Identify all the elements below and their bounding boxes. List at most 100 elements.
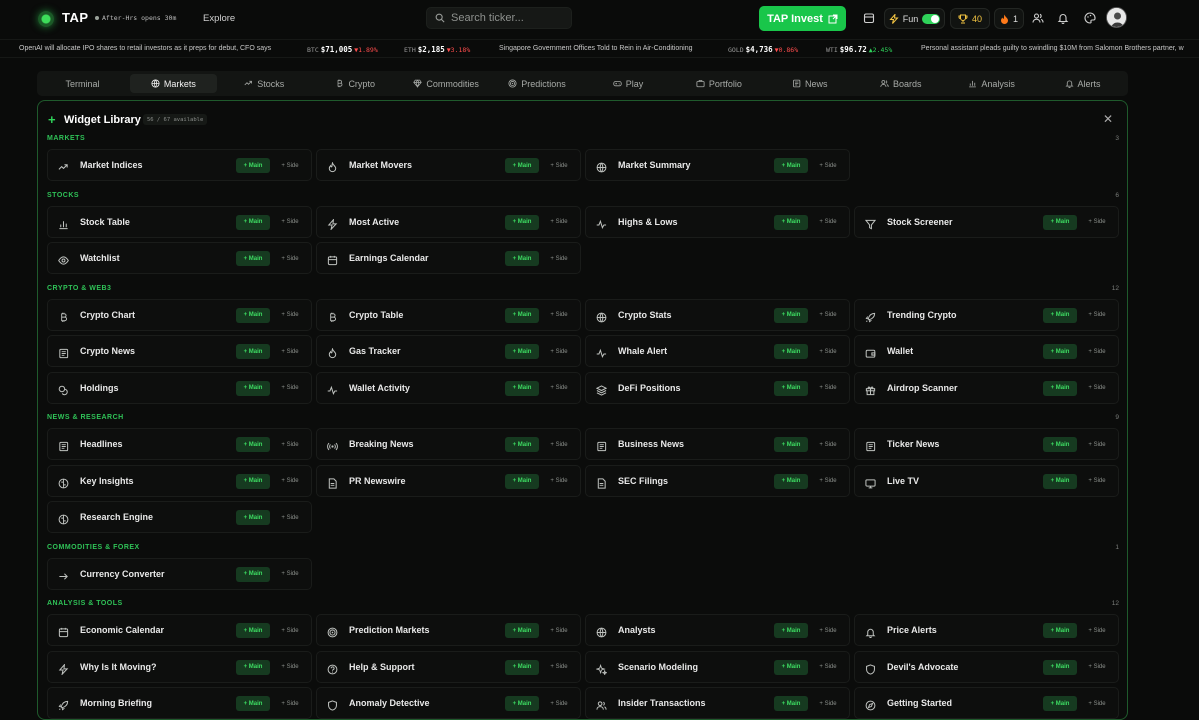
widget-card[interactable]: Analysts + Main + Side xyxy=(585,614,850,646)
streak-badge[interactable]: 1 xyxy=(994,8,1024,29)
ticker-quote[interactable]: ETH $2,185 ▼3.18% xyxy=(404,45,470,54)
tab-portfolio[interactable]: Portfolio xyxy=(675,74,762,93)
widget-card[interactable]: Headlines + Main + Side xyxy=(47,428,312,460)
add-side-button[interactable]: + Side xyxy=(1082,474,1112,489)
add-main-button[interactable]: + Main xyxy=(1043,696,1077,711)
avatar[interactable] xyxy=(1106,7,1127,28)
add-main-button[interactable]: + Main xyxy=(774,696,808,711)
palette-icon[interactable] xyxy=(1082,9,1098,27)
add-side-button[interactable]: + Side xyxy=(1082,696,1112,711)
add-main-button[interactable]: + Main xyxy=(1043,344,1077,359)
add-main-button[interactable]: + Main xyxy=(505,307,539,323)
widget-card[interactable]: Market Summary + Main + Side xyxy=(585,149,850,181)
add-main-button[interactable]: + Main xyxy=(1043,437,1077,452)
app-name[interactable]: TAP xyxy=(62,10,89,25)
add-main-button[interactable]: + Main xyxy=(774,659,808,675)
widget-card[interactable]: Holdings + Main + Side xyxy=(47,371,312,404)
add-side-button[interactable]: + Side xyxy=(813,308,843,323)
widget-card[interactable]: Airdrop Scanner + Main + Side xyxy=(854,371,1119,404)
widget-card[interactable]: Market Indices + Main + Side xyxy=(47,149,312,181)
tab-stocks[interactable]: Stocks xyxy=(221,74,308,93)
widget-card[interactable]: Price Alerts + Main + Side xyxy=(854,614,1119,646)
close-icon[interactable]: ✕ xyxy=(1103,112,1113,126)
add-side-button[interactable]: + Side xyxy=(275,251,305,266)
tab-boards[interactable]: Boards xyxy=(857,74,944,93)
add-main-button[interactable]: + Main xyxy=(505,473,539,489)
add-side-button[interactable]: + Side xyxy=(1082,660,1112,675)
add-side-button[interactable]: + Side xyxy=(544,696,574,711)
add-main-button[interactable]: + Main xyxy=(236,380,270,396)
widget-card[interactable]: Breaking News + Main + Side xyxy=(316,428,581,460)
widget-card[interactable]: Wallet Activity + Main + Side xyxy=(316,371,581,404)
widget-card[interactable]: Devil's Advocate + Main + Side xyxy=(854,650,1119,683)
add-side-button[interactable]: + Side xyxy=(544,344,574,359)
add-side-button[interactable]: + Side xyxy=(275,308,305,323)
add-side-button[interactable]: + Side xyxy=(275,437,305,452)
add-side-button[interactable]: + Side xyxy=(813,474,843,489)
add-side-button[interactable]: + Side xyxy=(544,251,574,266)
widget-card[interactable]: Crypto News + Main + Side xyxy=(47,335,312,367)
tab-play[interactable]: Play xyxy=(585,74,672,93)
calendar-icon[interactable] xyxy=(861,9,877,27)
add-main-button[interactable]: + Main xyxy=(505,214,539,230)
add-side-button[interactable]: + Side xyxy=(544,437,574,452)
add-side-button[interactable]: + Side xyxy=(1082,308,1112,323)
add-side-button[interactable]: + Side xyxy=(544,623,574,638)
widget-card[interactable]: Trending Crypto + Main + Side xyxy=(854,298,1119,331)
add-side-button[interactable]: + Side xyxy=(544,158,574,173)
widget-card[interactable]: Earnings Calendar + Main + Side xyxy=(316,242,581,274)
add-main-button[interactable]: + Main xyxy=(1043,214,1077,230)
tab-predictions[interactable]: Predictions xyxy=(494,74,581,93)
explore-link[interactable]: Explore xyxy=(203,13,235,24)
add-side-button[interactable]: + Side xyxy=(275,510,305,525)
widget-card[interactable]: Gas Tracker + Main + Side xyxy=(316,335,581,367)
widget-card[interactable]: Crypto Table + Main + Side xyxy=(316,298,581,331)
add-side-button[interactable]: + Side xyxy=(813,437,843,452)
widget-card[interactable]: Wallet + Main + Side xyxy=(854,335,1119,367)
add-main-button[interactable]: + Main xyxy=(236,344,270,359)
add-main-button[interactable]: + Main xyxy=(774,344,808,359)
widget-card[interactable]: Market Movers + Main + Side xyxy=(316,149,581,181)
add-main-button[interactable]: + Main xyxy=(505,623,539,638)
add-main-button[interactable]: + Main xyxy=(236,696,270,711)
add-main-button[interactable]: + Main xyxy=(236,510,270,525)
ticker-headline[interactable]: OpenAI will allocate IPO shares to retai… xyxy=(19,45,271,52)
widget-card[interactable]: Ticker News + Main + Side xyxy=(854,428,1119,460)
widget-card[interactable]: Business News + Main + Side xyxy=(585,428,850,460)
ticker-headline[interactable]: Singapore Government Offices Told to Rei… xyxy=(499,45,693,52)
tab-news[interactable]: News xyxy=(766,74,853,93)
widget-card[interactable]: Scenario Modeling + Main + Side xyxy=(585,650,850,683)
add-side-button[interactable]: + Side xyxy=(813,660,843,675)
widget-card[interactable]: Highs & Lows + Main + Side xyxy=(585,205,850,238)
search-input[interactable]: Search ticker... xyxy=(426,7,572,29)
fun-toggle[interactable]: Fun xyxy=(884,8,945,29)
add-side-button[interactable]: + Side xyxy=(275,344,305,359)
ticker-quote[interactable]: WTI $96.72 ▲2.45% xyxy=(826,45,892,54)
widget-card[interactable]: Crypto Chart + Main + Side xyxy=(47,298,312,331)
add-main-button[interactable]: + Main xyxy=(236,251,270,266)
tab-commodities[interactable]: Commodities xyxy=(403,74,490,93)
widget-card[interactable]: Watchlist + Main + Side xyxy=(47,242,312,274)
add-main-button[interactable]: + Main xyxy=(236,473,270,489)
widget-card[interactable]: Anomaly Detective + Main + Side xyxy=(316,687,581,719)
add-side-button[interactable]: + Side xyxy=(275,567,305,582)
add-main-button[interactable]: + Main xyxy=(774,214,808,230)
add-main-button[interactable]: + Main xyxy=(505,251,539,266)
add-side-button[interactable]: + Side xyxy=(275,381,305,396)
add-main-button[interactable]: + Main xyxy=(1043,307,1077,323)
bell-icon[interactable] xyxy=(1055,9,1071,27)
widget-card[interactable]: Insider Transactions + Main + Side xyxy=(585,687,850,719)
widget-card[interactable]: Live TV + Main + Side xyxy=(854,464,1119,497)
add-side-button[interactable]: + Side xyxy=(1082,215,1112,230)
add-main-button[interactable]: + Main xyxy=(505,437,539,452)
tab-alerts[interactable]: Alerts xyxy=(1039,74,1126,93)
widget-card[interactable]: Getting Started + Main + Side xyxy=(854,687,1119,719)
add-main-button[interactable]: + Main xyxy=(236,437,270,452)
add-main-button[interactable]: + Main xyxy=(774,380,808,396)
add-main-button[interactable]: + Main xyxy=(774,623,808,638)
add-side-button[interactable]: + Side xyxy=(1082,437,1112,452)
widget-card[interactable]: Morning Briefing + Main + Side xyxy=(47,687,312,719)
widget-card[interactable]: Key Insights + Main + Side xyxy=(47,464,312,497)
widget-card[interactable]: Most Active + Main + Side xyxy=(316,205,581,238)
add-side-button[interactable]: + Side xyxy=(275,158,305,173)
